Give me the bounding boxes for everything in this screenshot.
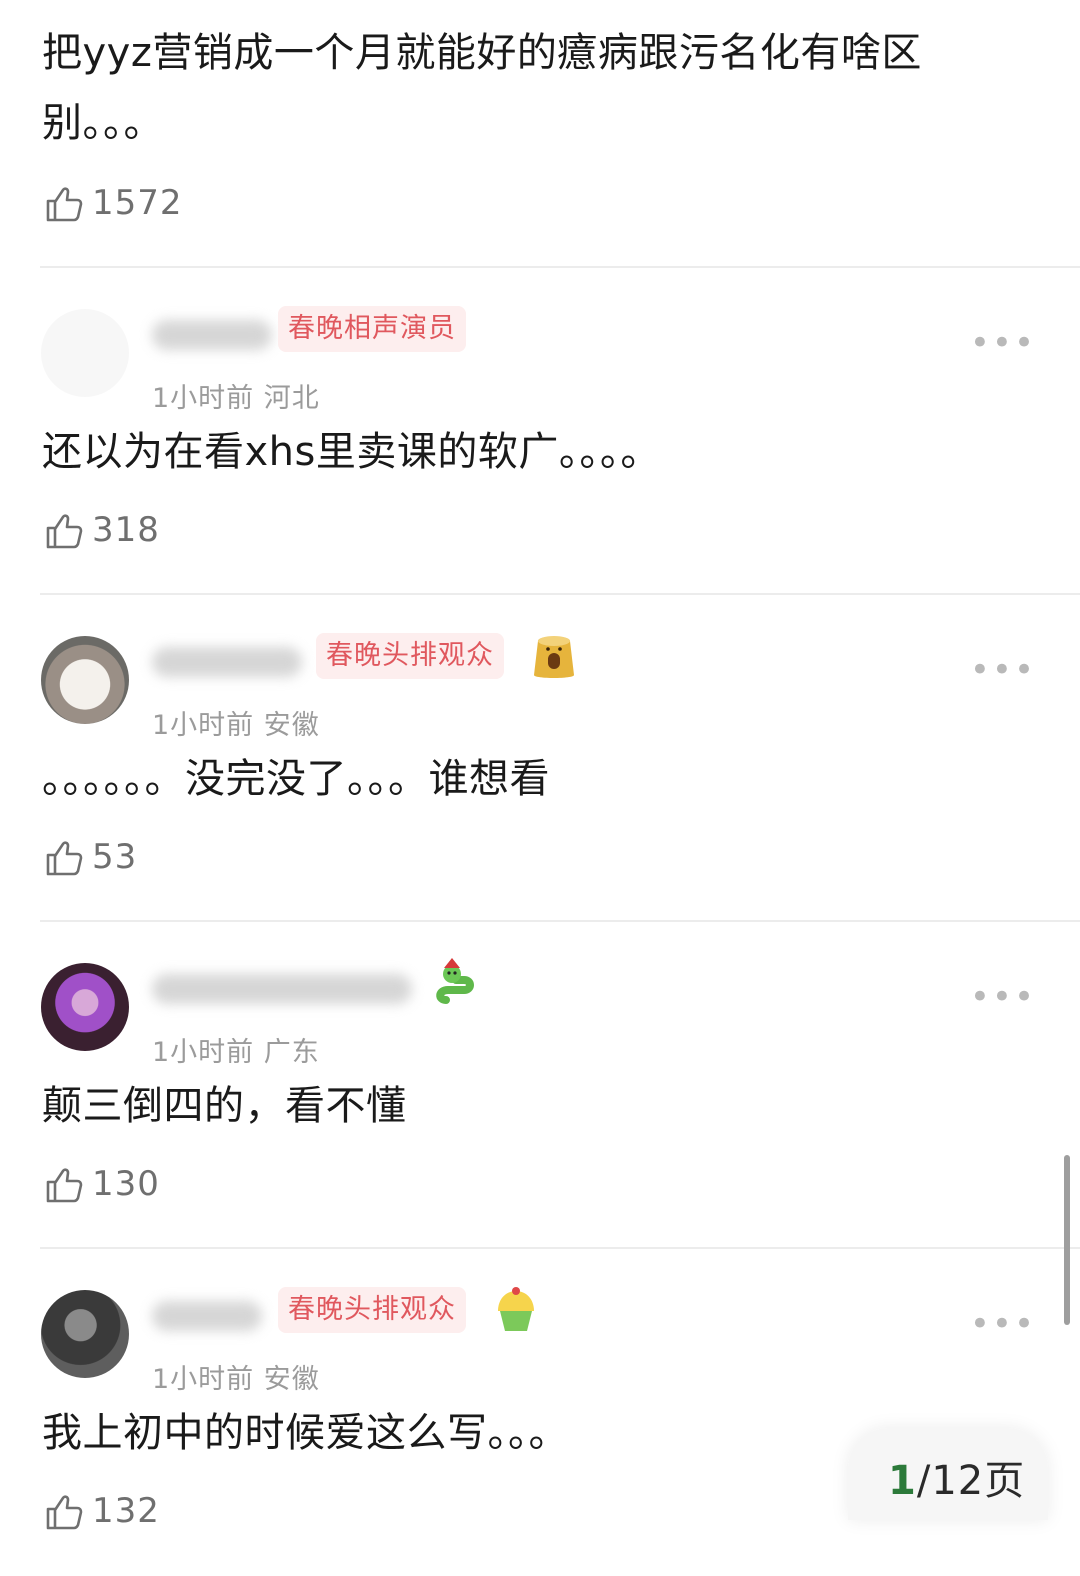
more-options-icon[interactable]: •••: [970, 980, 1036, 1014]
like-count: 132: [92, 1491, 160, 1531]
like-button[interactable]: 130: [42, 1162, 160, 1206]
avatar[interactable]: [41, 636, 129, 724]
like-count: 53: [92, 837, 138, 877]
username-blurred[interactable]: [152, 647, 302, 677]
comment-text: 还以为在看xhs里卖课的软广。。。。: [42, 429, 661, 475]
user-badge: 春晚相声演员: [278, 306, 466, 352]
more-options-icon[interactable]: •••: [970, 326, 1036, 360]
comment-meta: 1小时前 安徽: [152, 710, 320, 741]
username-blurred[interactable]: [152, 320, 272, 350]
comment-meta: 1小时前 广东: [152, 1037, 320, 1068]
scrollbar[interactable]: [1064, 1155, 1070, 1325]
comment-item: 春晚头排观众 1小时前 安徽 ••• 我上初中的时候爱这么写。。。 132: [0, 1249, 1080, 1576]
current-page: 1: [888, 1458, 917, 1504]
cupcake-icon: [498, 1287, 534, 1331]
page-indicator[interactable]: 1/12页: [848, 1428, 1048, 1520]
like-count: 1572: [92, 183, 183, 223]
user-badge: 春晚头排观众: [316, 633, 504, 679]
username-blurred[interactable]: [152, 974, 412, 1004]
comment-text: 。。。。。。没完没了。。。谁想看: [42, 756, 550, 802]
comment-item: 春晚头排观众 1小时前 安徽 ••• 。。。。。。没完没了。。。谁想看 53: [0, 595, 1080, 922]
like-button[interactable]: 53: [42, 835, 137, 879]
thumbs-up-icon: [46, 1495, 83, 1530]
total-pages: /12页: [916, 1458, 1026, 1504]
avatar[interactable]: [41, 1290, 129, 1378]
avatar[interactable]: [41, 963, 129, 1051]
like-button[interactable]: 132: [42, 1489, 160, 1533]
thumbs-up-icon: [46, 187, 83, 222]
thumbs-up-icon: [46, 1168, 83, 1203]
thumbs-up-icon: [46, 841, 83, 876]
user-badge: 春晚头排观众: [278, 1287, 466, 1333]
snake-icon: [436, 958, 474, 1004]
like-count: 318: [92, 510, 160, 550]
more-options-icon[interactable]: •••: [970, 1307, 1036, 1341]
comment-item: 把yyz营销成一个月就能好的癔病跟污名化有啥区别。。。 1572: [0, 0, 1080, 266]
like-count: 130: [92, 1164, 160, 1204]
tree-stump-icon: [534, 636, 574, 678]
comment-meta: 1小时前 安徽: [152, 1364, 320, 1395]
like-button[interactable]: 318: [42, 508, 160, 552]
comment-text: 把yyz营销成一个月就能好的癔病跟污名化有啥区别。。。: [42, 30, 922, 146]
more-options-icon[interactable]: •••: [970, 653, 1036, 687]
comment-text: 颠三倒四的，看不懂: [42, 1083, 407, 1129]
thumbs-up-icon: [46, 514, 83, 549]
like-button[interactable]: 1572: [42, 181, 183, 225]
avatar[interactable]: [41, 309, 129, 397]
comment-meta: 1小时前 河北: [152, 383, 320, 414]
comment-item: 春晚相声演员 1小时前 河北 ••• 还以为在看xhs里卖课的软广。。。。 31…: [0, 268, 1080, 595]
comment-item: 1小时前 广东 ••• 颠三倒四的，看不懂 130: [0, 922, 1080, 1249]
username-blurred[interactable]: [152, 1301, 262, 1331]
